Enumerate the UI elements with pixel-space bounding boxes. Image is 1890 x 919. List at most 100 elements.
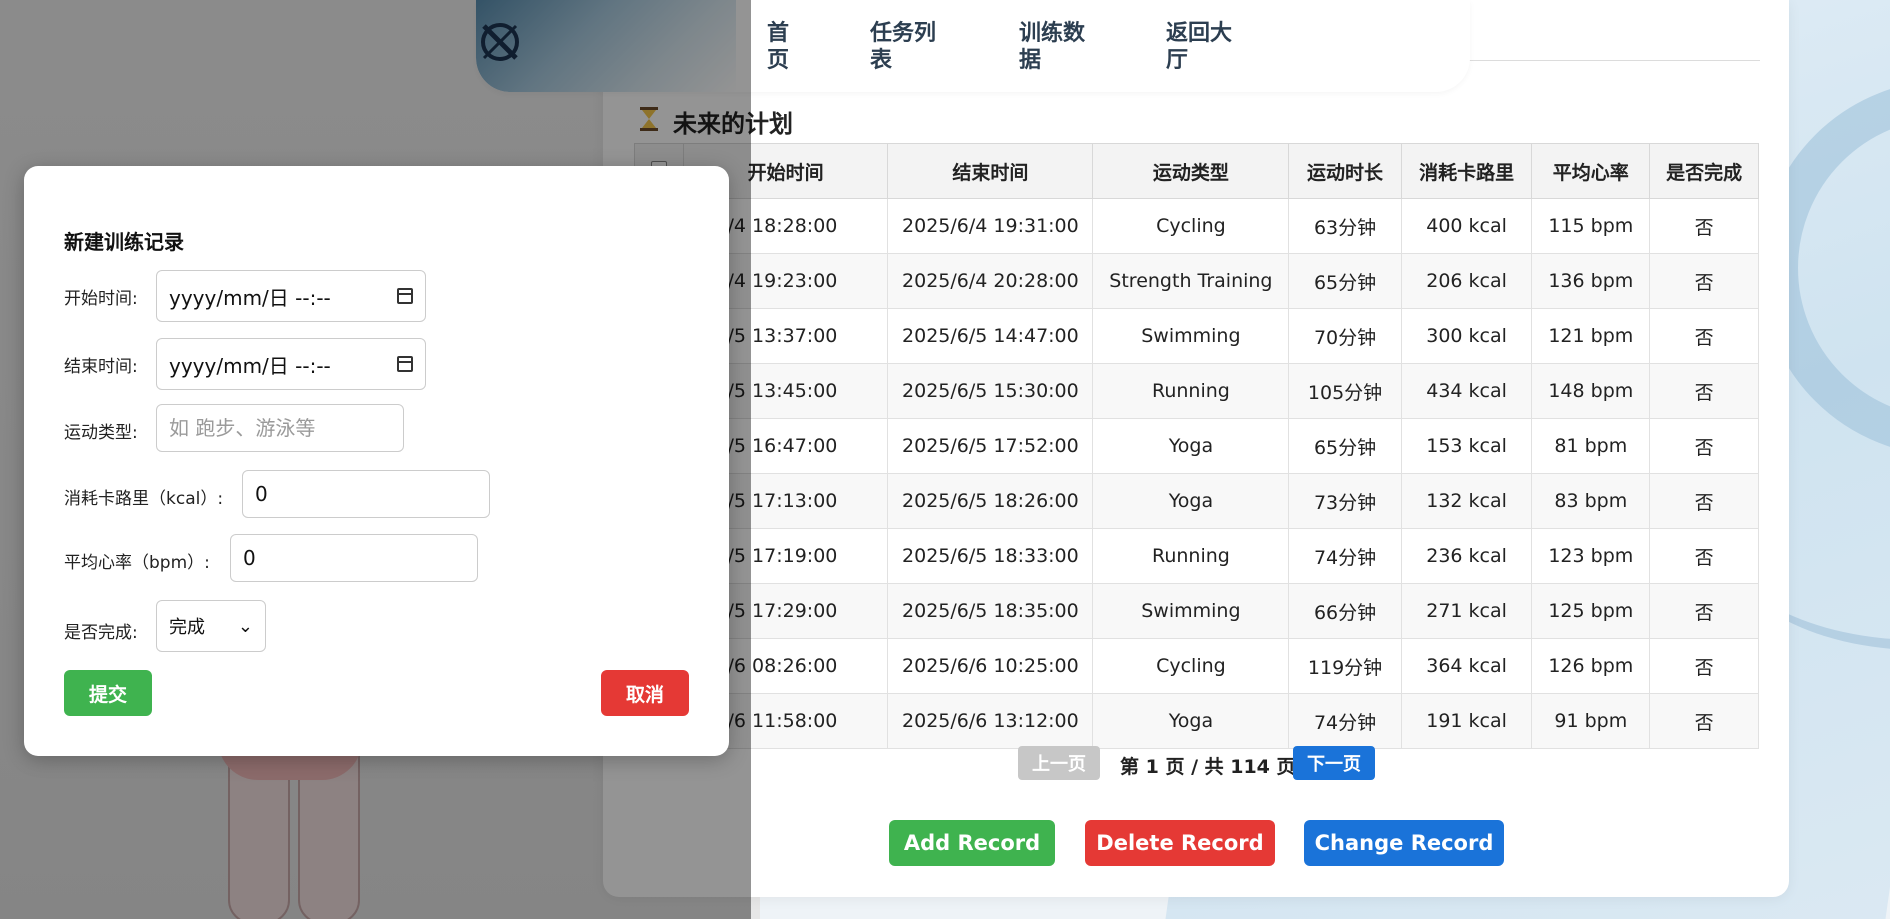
completed-cell: 否 [1649, 638, 1759, 694]
completed-cell: 否 [1649, 363, 1759, 419]
duration-cell: 105分钟 [1288, 363, 1402, 419]
start-time-label: 开始时间: [64, 289, 138, 309]
duration-cell: 70分钟 [1288, 308, 1402, 364]
header-end: 结束时间 [887, 143, 1094, 199]
completed-select-value: 完成 [169, 617, 205, 638]
completed-cell: 否 [1649, 473, 1759, 529]
end-cell: 2025/6/6 10:25:00 [887, 638, 1094, 694]
type-cell: Running [1092, 528, 1290, 584]
type-cell: Running [1092, 363, 1290, 419]
calories-cell: 132 kcal [1400, 473, 1533, 529]
table-row[interactable]: 25/6/6 11:58:00 2025/6/6 13:12:00 Yoga 74分钟… [634, 693, 1759, 749]
completed-cell: 否 [1649, 583, 1759, 639]
end-cell: 2025/6/5 18:33:00 [887, 528, 1094, 584]
table-row[interactable]: 25/6/5 13:45:00 2025/6/5 15:30:00 Running 1… [634, 363, 1759, 419]
table-row[interactable]: 25/6/5 17:29:00 2025/6/5 18:35:00 Swimming… [634, 583, 1759, 639]
calories-cell: 191 kcal [1400, 693, 1533, 749]
heart-rate-cell: 121 bpm [1531, 308, 1651, 364]
type-cell: Yoga [1092, 418, 1290, 474]
header-type: 运动类型 [1092, 143, 1290, 199]
calories-cell: 153 kcal [1400, 418, 1533, 474]
add-record-button[interactable]: Add Record [889, 820, 1055, 866]
heart-rate-cell: 91 bpm [1531, 693, 1651, 749]
end-time-value: yyyy/mm/日 --:-- [169, 353, 331, 378]
next-page-button[interactable]: 下一页 [1293, 746, 1375, 780]
calories-cell: 364 kcal [1400, 638, 1533, 694]
nav-task-list[interactable]: 任务列 表 [870, 20, 940, 74]
calendar-icon[interactable] [397, 288, 413, 304]
calories-input[interactable] [242, 470, 490, 518]
type-cell: Cycling [1092, 638, 1290, 694]
duration-cell: 65分钟 [1288, 418, 1402, 474]
cancel-button[interactable]: 取消 [601, 670, 689, 716]
table-row[interactable]: 25/6/5 13:37:00 2025/6/5 14:47:00 Swimming… [634, 308, 1759, 364]
new-record-modal: 新建训练记录 开始时间: yyyy/mm/日 --:-- 结束时间: yyyy/… [24, 166, 729, 756]
start-time-input[interactable]: yyyy/mm/日 --:-- [156, 270, 426, 322]
completed-cell: 否 [1649, 308, 1759, 364]
divider [1460, 60, 1760, 61]
table-row[interactable]: 25/6/5 17:13:00 2025/6/5 18:26:00 Yoga 73分钟… [634, 473, 1759, 529]
calories-cell: 236 kcal [1400, 528, 1533, 584]
heart-rate-cell: 148 bpm [1531, 363, 1651, 419]
change-record-button[interactable]: Change Record [1304, 820, 1504, 866]
type-cell: Strength Training [1092, 253, 1290, 309]
table-row[interactable]: 25/6/6 08:26:00 2025/6/6 10:25:00 Cycling 1… [634, 638, 1759, 694]
end-cell: 2025/6/4 20:28:00 [887, 253, 1094, 309]
type-cell: Cycling [1092, 198, 1290, 254]
end-cell: 2025/6/6 13:12:00 [887, 693, 1094, 749]
start-time-value: yyyy/mm/日 --:-- [169, 285, 331, 310]
exercise-type-input[interactable] [156, 404, 404, 452]
duration-cell: 63分钟 [1288, 198, 1402, 254]
page-info: 第 1 页 / 共 114 页 [1120, 756, 1296, 778]
prev-page-button[interactable]: 上一页 [1018, 746, 1100, 780]
table-row[interactable]: 25/6/4 19:23:00 2025/6/4 20:28:00 Strength… [634, 253, 1759, 309]
exercise-type-label: 运动类型: [64, 423, 138, 443]
heart-rate-cell: 115 bpm [1531, 198, 1651, 254]
completed-cell: 否 [1649, 418, 1759, 474]
calories-cell: 271 kcal [1400, 583, 1533, 639]
header-heart-rate: 平均心率 [1531, 143, 1651, 199]
end-cell: 2025/6/5 18:26:00 [887, 473, 1094, 529]
type-cell: Yoga [1092, 693, 1290, 749]
table-row[interactable]: 25/6/4 18:28:00 2025/6/4 19:31:00 Cycling 6… [634, 198, 1759, 254]
end-cell: 2025/6/5 18:35:00 [887, 583, 1094, 639]
end-cell: 2025/6/5 17:52:00 [887, 418, 1094, 474]
type-cell: Swimming [1092, 308, 1290, 364]
calendar-icon[interactable] [397, 356, 413, 372]
calories-label: 消耗卡路里（kcal）: [64, 489, 224, 509]
duration-cell: 65分钟 [1288, 253, 1402, 309]
header-completed: 是否完成 [1649, 143, 1759, 199]
calories-cell: 206 kcal [1400, 253, 1533, 309]
type-cell: Swimming [1092, 583, 1290, 639]
type-cell: Yoga [1092, 473, 1290, 529]
duration-cell: 74分钟 [1288, 693, 1402, 749]
end-cell: 2025/6/5 15:30:00 [887, 363, 1094, 419]
records-table: 开始时间 结束时间 运动类型 运动时长 消耗卡路里 平均心率 是否完成 25/6… [634, 143, 1759, 749]
heart-rate-cell: 126 bpm [1531, 638, 1651, 694]
nav-back-lobby[interactable]: 返回大 厅 [1166, 20, 1236, 74]
calories-cell: 400 kcal [1400, 198, 1533, 254]
heart-rate-cell: 136 bpm [1531, 253, 1651, 309]
heart-rate-label: 平均心率（bpm）: [64, 553, 210, 573]
heart-rate-input[interactable] [230, 534, 478, 582]
heart-rate-cell: 81 bpm [1531, 418, 1651, 474]
end-cell: 2025/6/5 14:47:00 [887, 308, 1094, 364]
completed-cell: 否 [1649, 528, 1759, 584]
completed-cell: 否 [1649, 253, 1759, 309]
duration-cell: 119分钟 [1288, 638, 1402, 694]
nav-home[interactable]: 首 页 [743, 20, 813, 74]
completed-select[interactable]: 完成 ⌄ [156, 600, 266, 652]
calories-cell: 434 kcal [1400, 363, 1533, 419]
header-calories: 消耗卡路里 [1400, 143, 1533, 199]
table-header-row: 开始时间 结束时间 运动类型 运动时长 消耗卡路里 平均心率 是否完成 [634, 143, 1759, 199]
nav-training-data[interactable]: 训练数 据 [1019, 20, 1089, 74]
header-duration: 运动时长 [1288, 143, 1402, 199]
duration-cell: 73分钟 [1288, 473, 1402, 529]
submit-button[interactable]: 提交 [64, 670, 152, 716]
table-row[interactable]: 25/6/5 16:47:00 2025/6/5 17:52:00 Yoga 65分钟… [634, 418, 1759, 474]
table-row[interactable]: 25/6/5 17:19:00 2025/6/5 18:33:00 Running 7… [634, 528, 1759, 584]
heart-rate-cell: 83 bpm [1531, 473, 1651, 529]
delete-record-button[interactable]: Delete Record [1085, 820, 1275, 866]
heart-rate-cell: 125 bpm [1531, 583, 1651, 639]
end-time-input[interactable]: yyyy/mm/日 --:-- [156, 338, 426, 390]
